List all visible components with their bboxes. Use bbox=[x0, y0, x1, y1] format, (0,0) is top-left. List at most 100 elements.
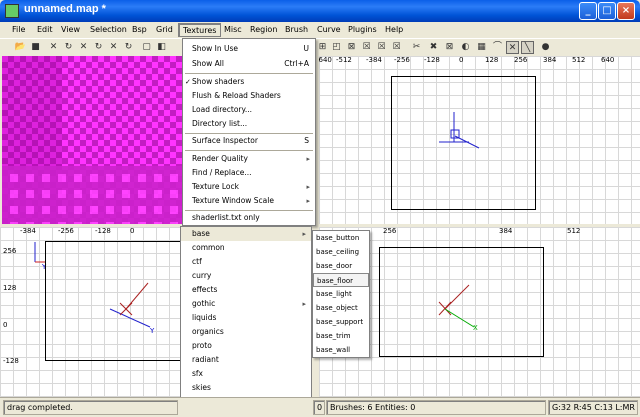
curve-icon[interactable]: ⌒ bbox=[491, 41, 504, 54]
menu-view[interactable]: View bbox=[57, 23, 84, 37]
menu-item-find-replace[interactable]: Find / Replace... bbox=[183, 166, 315, 180]
drag-edge-icon[interactable]: ✕ bbox=[506, 41, 519, 54]
patch-icon[interactable]: ▦ bbox=[475, 41, 488, 54]
submenu-arrow-icon: ▸ bbox=[306, 155, 310, 163]
base-item-ceiling[interactable]: base_ceiling bbox=[313, 245, 369, 259]
menu-grid[interactable]: Grid bbox=[152, 23, 177, 37]
base-item-support[interactable]: base_support bbox=[313, 315, 369, 329]
dir-item-proto[interactable]: proto bbox=[181, 339, 311, 353]
dir-item-effects[interactable]: effects bbox=[181, 283, 311, 297]
status-zero: 0 bbox=[313, 400, 325, 415]
submenu-arrow-icon: ▸ bbox=[302, 300, 306, 308]
menu-item-render-quality[interactable]: Render Quality ▸ bbox=[183, 152, 315, 166]
xy-entity-gizmo bbox=[439, 112, 480, 149]
flip-z-icon[interactable]: ✕ bbox=[107, 41, 120, 54]
axis-y-icon[interactable]: ☒ bbox=[360, 41, 373, 54]
submenu-arrow-icon: ▸ bbox=[306, 183, 310, 191]
status-counts: Brushes: 6 Entities: 0 bbox=[326, 400, 546, 415]
menu-selection[interactable]: Selection bbox=[86, 23, 131, 37]
base-item-floor[interactable]: base_floor bbox=[313, 273, 369, 287]
dir-item-curry[interactable]: curry bbox=[181, 269, 311, 283]
clip-red-icon[interactable]: ✖ bbox=[427, 41, 440, 54]
base-item-door[interactable]: base_door bbox=[313, 259, 369, 273]
menu-plugins[interactable]: Plugins bbox=[344, 23, 381, 37]
texture-directory-menu: base ▸ common ctf curry effects gothic ▸ l… bbox=[180, 226, 312, 417]
base-textures-menu: base_button base_ceiling base_door base_… bbox=[312, 230, 370, 358]
dir-item-base[interactable]: base ▸ bbox=[181, 227, 311, 241]
status-grid: G:32 R:45 C:13 L:MR bbox=[548, 400, 638, 415]
dir-item-common[interactable]: common bbox=[181, 241, 311, 255]
status-message: drag completed. bbox=[3, 400, 178, 415]
entity-icon[interactable]: ● bbox=[539, 41, 552, 54]
texture-icon[interactable]: ◐ bbox=[459, 41, 472, 54]
dir-item-radiant[interactable]: radiant bbox=[181, 353, 311, 367]
base-item-object[interactable]: base_object bbox=[313, 301, 369, 315]
submenu-arrow-icon: ▸ bbox=[306, 197, 310, 205]
menu-item-flush-reload[interactable]: Flush & Reload Shaders bbox=[183, 89, 315, 103]
open-icon[interactable]: 📂 bbox=[14, 41, 27, 54]
menu-misc[interactable]: Misc bbox=[220, 23, 246, 37]
dir-item-organics[interactable]: organics bbox=[181, 325, 311, 339]
select-icon[interactable]: ▢ bbox=[140, 41, 153, 54]
save-icon[interactable]: ■ bbox=[29, 41, 42, 54]
app-icon bbox=[5, 4, 19, 18]
menu-separator bbox=[185, 73, 313, 74]
menu-item-show-all[interactable]: Show All Ctrl+A bbox=[183, 57, 315, 71]
submenu-arrow-icon: ▸ bbox=[302, 230, 306, 238]
csg-icon[interactable]: ◧ bbox=[155, 41, 168, 54]
xy-view[interactable]: -640 -512 -384 -256 -128 0 128 256 384 5… bbox=[319, 56, 640, 224]
menu-item-show-shaders[interactable]: ✓ Show shaders bbox=[183, 75, 315, 89]
flip-x-icon[interactable]: ✕ bbox=[47, 41, 60, 54]
close-button[interactable]: × bbox=[617, 2, 635, 20]
toolbar: 📂 ■ ✕ ↻ ✕ ↻ ✕ ↻ ▢ ◧ ⊞ ◰ ⊠ ☒ ☒ ☒ ✂ ✖ ⊠ ◐ … bbox=[0, 38, 640, 55]
status-bar: drag completed. 0 Brushes: 6 Entities: 0… bbox=[0, 397, 640, 417]
yz-entity-gizmo bbox=[34, 242, 151, 328]
base-item-trim[interactable]: base_trim bbox=[313, 329, 369, 343]
menu-edit[interactable]: Edit bbox=[33, 23, 57, 37]
z-box-icon[interactable]: ☒ bbox=[390, 41, 403, 54]
camera-icon[interactable]: ◰ bbox=[330, 41, 343, 54]
cube-icon[interactable]: ⊠ bbox=[443, 41, 456, 54]
base-item-wall[interactable]: base_wall bbox=[313, 343, 369, 357]
menu-separator bbox=[185, 150, 313, 151]
rotate-y-icon[interactable]: ↻ bbox=[92, 41, 105, 54]
dir-item-skies[interactable]: skies bbox=[181, 381, 311, 395]
checkmark-icon: ✓ bbox=[185, 78, 191, 86]
menu-item-surface-inspector[interactable]: Surface Inspector S bbox=[183, 134, 315, 148]
menu-item-show-in-use[interactable]: Show In Use U bbox=[183, 42, 315, 56]
menu-item-texture-window-scale[interactable]: Texture Window Scale ▸ bbox=[183, 194, 315, 208]
menu-curve[interactable]: Curve bbox=[313, 23, 345, 37]
title-bar: unnamed.map * _ □ × bbox=[0, 0, 640, 22]
dir-item-gothic[interactable]: gothic ▸ bbox=[181, 297, 311, 311]
base-item-light[interactable]: base_light bbox=[313, 287, 369, 301]
yz-view[interactable]: -384 -256 -128 0 256 128 0 -128 Y Y bbox=[0, 227, 180, 397]
menu-bsp[interactable]: Bsp bbox=[128, 23, 151, 37]
menu-item-directory-list[interactable]: Directory list... bbox=[183, 117, 315, 131]
maximize-button[interactable]: □ bbox=[598, 2, 616, 20]
menu-file[interactable]: File bbox=[8, 23, 29, 37]
menu-bar: File Edit View Selection Bsp Grid Textur… bbox=[0, 22, 640, 38]
horizontal-splitter[interactable] bbox=[0, 224, 640, 227]
menu-item-shaderlist-only[interactable]: shaderlist.txt only bbox=[183, 211, 315, 225]
axis-z-icon[interactable]: ☒ bbox=[375, 41, 388, 54]
rotate-z-icon[interactable]: ↻ bbox=[122, 41, 135, 54]
menu-brush[interactable]: Brush bbox=[281, 23, 312, 37]
base-item-button[interactable]: base_button bbox=[313, 231, 369, 245]
window-title: unnamed.map * bbox=[24, 3, 106, 15]
menu-item-load-directory[interactable]: Load directory... bbox=[183, 103, 315, 117]
menu-help[interactable]: Help bbox=[381, 23, 407, 37]
rotate-x-icon[interactable]: ↻ bbox=[62, 41, 75, 54]
view-cycle-icon[interactable]: ⊞ bbox=[316, 41, 329, 54]
dir-item-sfx[interactable]: sfx bbox=[181, 367, 311, 381]
axis-x-icon[interactable]: ⊠ bbox=[345, 41, 358, 54]
menu-textures[interactable]: Textures bbox=[178, 23, 222, 37]
menu-item-texture-lock[interactable]: Texture Lock ▸ bbox=[183, 180, 315, 194]
flip-y-icon[interactable]: ✕ bbox=[77, 41, 90, 54]
menu-region[interactable]: Region bbox=[246, 23, 281, 37]
clip-icon[interactable]: ✂ bbox=[410, 41, 423, 54]
minimize-button[interactable]: _ bbox=[579, 2, 597, 20]
drag-vertex-icon[interactable]: ╲ bbox=[521, 41, 534, 54]
textures-menu: Show In Use U Show All Ctrl+A ✓ Show shader… bbox=[182, 38, 316, 226]
dir-item-ctf[interactable]: ctf bbox=[181, 255, 311, 269]
dir-item-liquids[interactable]: liquids bbox=[181, 311, 311, 325]
